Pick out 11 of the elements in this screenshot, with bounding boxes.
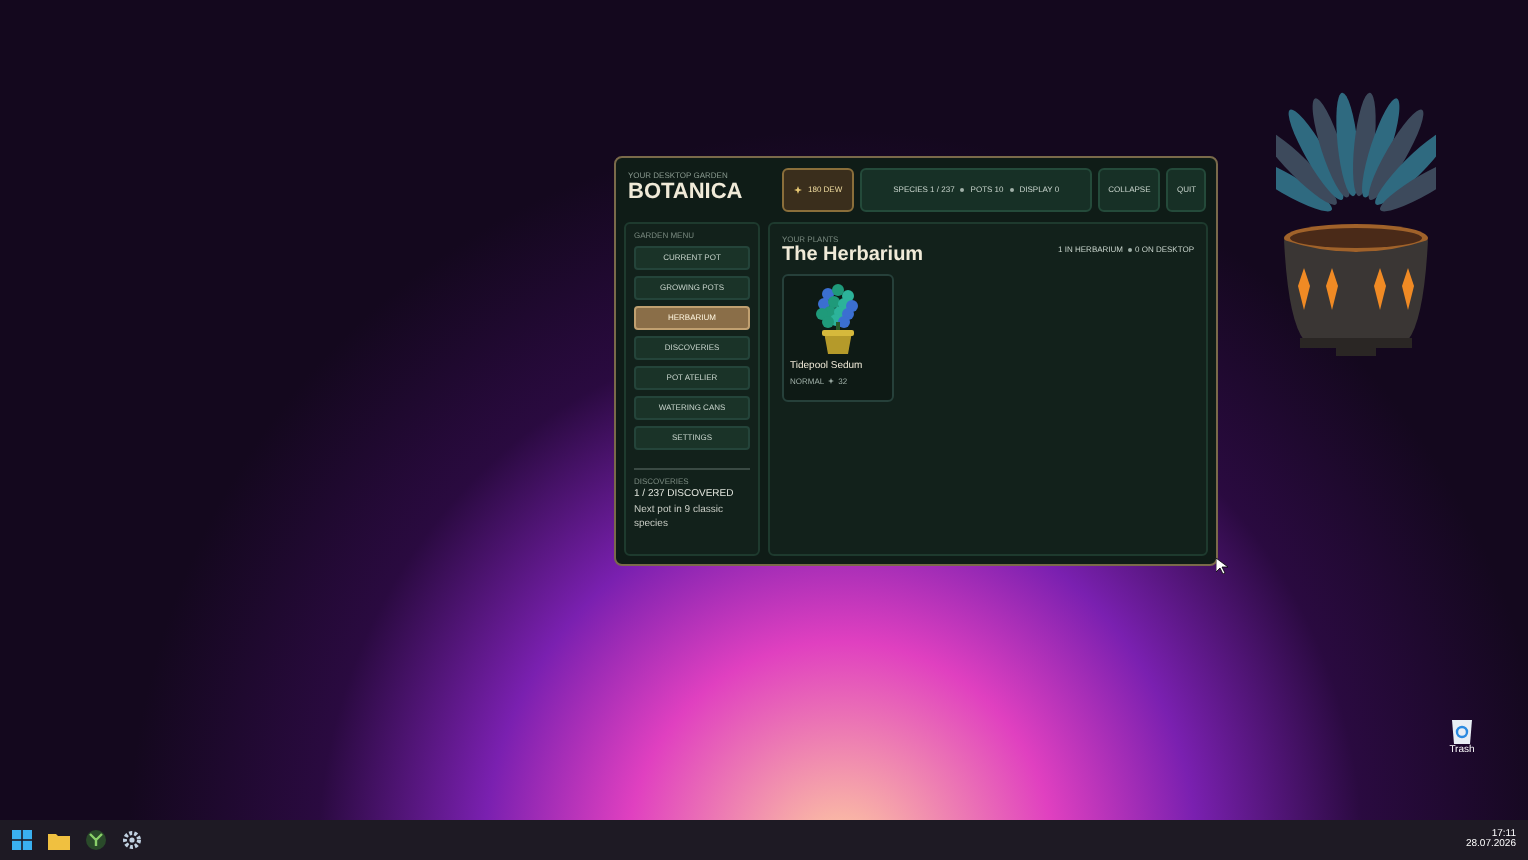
star-icon <box>794 186 802 194</box>
star-icon <box>828 378 835 384</box>
section-title: The Herbarium <box>782 244 924 269</box>
cursor-icon <box>1216 558 1228 574</box>
window-title: BOTANICA <box>628 180 745 208</box>
folder-icon[interactable] <box>48 831 70 849</box>
settings-icon[interactable] <box>122 830 142 850</box>
start-icon[interactable] <box>12 830 32 850</box>
trash-icon <box>1450 716 1474 744</box>
plant-app-icon[interactable] <box>86 830 106 850</box>
potted-plant-drawing <box>812 281 864 357</box>
